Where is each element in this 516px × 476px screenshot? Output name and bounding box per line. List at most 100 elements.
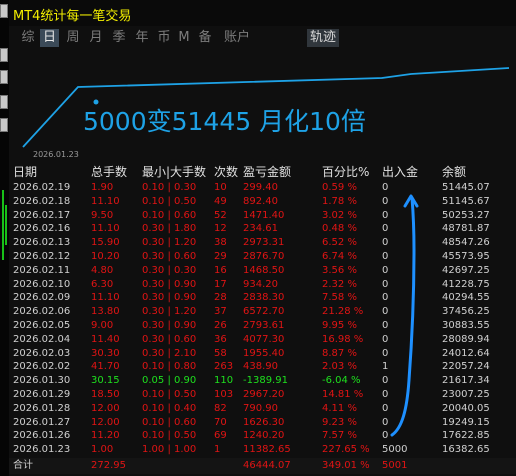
cell-profit: 6572.70 (243, 306, 285, 318)
table-row[interactable]: 2026.02.17 9.50 0.10 | 0.60 52 1471.40 3.02 %… (9, 209, 516, 222)
tab-month[interactable]: 月 (87, 29, 105, 47)
cell-profit: 2793.61 (243, 320, 285, 331)
cell-percent: 227.65 % (322, 444, 370, 456)
cell-percent: 16.98 % (322, 333, 364, 345)
side-indicator (5, 205, 7, 245)
cell-deposit: 0 (382, 416, 389, 428)
tab-notes[interactable]: 备 (196, 29, 214, 47)
side-indicator (2, 190, 4, 260)
cell-balance: 48547.26 (442, 237, 490, 249)
cell-min-max-lots: 0.05 | 0.90 (142, 375, 197, 387)
table-row[interactable]: 2026.02.04 11.40 0.30 | 0.60 36 4077.30 16.98… (9, 333, 516, 346)
header-total-lots[interactable]: 总手数 (91, 164, 127, 180)
tab-magic[interactable]: M (177, 29, 191, 47)
cell-total-lots: 9.00 (91, 320, 114, 331)
cell-min-max-lots: 0.30 | 0.60 (142, 333, 197, 345)
cell-deposit: 0 (382, 237, 389, 249)
cell-count: 82 (214, 402, 227, 414)
cell-percent: -6.04 % (322, 375, 361, 387)
cell-total-lots: 11.10 (91, 195, 120, 207)
cell-min-max-lots: 0.10 | 0.50 (142, 389, 197, 400)
table-row[interactable]: 2026.01.26 11.20 0.10 | 0.50 69 1240.20 7.57 … (9, 429, 516, 442)
cell-balance: 30883.55 (442, 320, 490, 331)
table-row[interactable]: 2026.02.05 9.00 0.30 | 0.90 26 2793.61 9.95 %… (9, 319, 516, 332)
header-date[interactable]: 日期 (13, 164, 37, 180)
side-button[interactable] (0, 4, 8, 18)
cell-count: 70 (214, 416, 227, 428)
cell-total-lots: 6.30 (91, 278, 114, 290)
tab-account[interactable]: 账户 (221, 29, 253, 47)
cell-total-lots: 11.10 (91, 292, 120, 304)
cell-profit: 1240.20 (243, 430, 285, 442)
cell-profit: 1468.50 (243, 264, 285, 276)
cell-profit: 2876.70 (243, 251, 285, 262)
tab-trail[interactable]: 轨迹 (307, 29, 339, 47)
table-row[interactable]: 2026.02.11 4.80 0.30 | 0.30 16 1468.50 3.56 %… (9, 264, 516, 277)
cell-balance: 40294.55 (442, 292, 490, 304)
table-row[interactable]: 2026.02.13 15.90 0.30 | 1.20 38 2973.31 6.52 … (9, 236, 516, 249)
cell-count: 110 (214, 375, 234, 387)
tab-day[interactable]: 日 (40, 29, 59, 47)
cell-count: 10 (214, 182, 227, 193)
cell-percent: 0.48 % (322, 223, 357, 235)
tab-week[interactable]: 周 (64, 29, 82, 47)
header-count[interactable]: 次数 (214, 164, 238, 180)
side-button[interactable] (0, 70, 8, 84)
cell-profit: 438.90 (243, 361, 278, 373)
table-row[interactable]: 2026.02.02 41.70 0.10 | 0.80 263 438.90 2.03 … (9, 360, 516, 373)
cell-deposit: 0 (382, 430, 389, 442)
side-button[interactable] (0, 48, 8, 62)
tab-summary[interactable]: 综 (19, 29, 37, 47)
table-row[interactable]: 2026.01.28 12.00 0.10 | 0.40 82 790.90 4.11 %… (9, 402, 516, 415)
table-row[interactable]: 2026.01.30 30.15 0.05 | 0.90 110 -1389.91 -6.… (9, 374, 516, 387)
table-header: 日期 总手数 最小|大手数 次数 盈亏金额 百分比% 出入金 余额 (9, 164, 516, 180)
cell-total-lots: 11.40 (91, 333, 120, 345)
cell-min-max-lots: 0.10 | 0.60 (142, 416, 197, 428)
table-row[interactable]: 2026.02.18 11.10 0.10 | 0.50 49 892.40 1.78 %… (9, 195, 516, 208)
table-row[interactable]: 2026.01.29 18.50 0.10 | 0.50 103 2967.20 14.8… (9, 388, 516, 401)
tab-quarter[interactable]: 季 (110, 29, 128, 47)
cell-count: 49 (214, 195, 227, 207)
table-row[interactable]: 2026.02.03 30.30 0.30 | 2.10 58 1955.40 8.87 … (9, 347, 516, 360)
cell-profit: 4077.30 (243, 333, 285, 345)
table-row[interactable]: 2026.02.19 1.90 0.10 | 0.30 10 299.40 0.59 % 0… (9, 181, 516, 194)
cell-date: 2026.02.02 (13, 361, 71, 373)
tab-currency[interactable]: 币 (155, 29, 173, 47)
cell-date: 2026.01.27 (13, 416, 71, 428)
side-button[interactable] (0, 118, 8, 132)
header-deposit[interactable]: 出入金 (382, 164, 418, 180)
cell-deposit: 0 (382, 182, 389, 193)
table-row[interactable]: 2026.02.12 10.20 0.30 | 0.60 29 2876.70 6.74 … (9, 250, 516, 263)
cell-count: 26 (214, 320, 227, 331)
cell-total-lots: 30.30 (91, 347, 120, 359)
table-row[interactable]: 2026.01.23 1.00 1.00 | 1.00 1 11382.65 227.65… (9, 443, 516, 456)
promo-text: 5000变51445 月化10倍 (83, 107, 366, 136)
cell-balance: 20040.05 (442, 402, 490, 414)
header-balance[interactable]: 余额 (442, 164, 466, 180)
daily-stats-table: 日期 总手数 最小|大手数 次数 盈亏金额 百分比% 出入金 余额 2026.0… (9, 162, 516, 476)
table-row[interactable]: 2026.02.16 11.10 0.30 | 1.80 12 234.61 0.48 %… (9, 222, 516, 235)
cell-profit: 234.61 (243, 223, 278, 235)
cell-deposit: 0 (382, 251, 389, 262)
cell-total-lots: 12.00 (91, 402, 120, 414)
cell-total-lots: 12.00 (91, 416, 120, 428)
table-row[interactable]: 2026.02.06 13.80 0.30 | 1.20 37 6572.70 21.28… (9, 305, 516, 318)
footer-total-lots: 272.95 (91, 460, 126, 471)
cell-percent: 7.57 % (322, 430, 357, 442)
side-button[interactable] (0, 95, 8, 109)
header-min-max-lots[interactable]: 最小|大手数 (142, 164, 206, 180)
header-percent[interactable]: 百分比% (322, 164, 369, 180)
cell-date: 2026.02.11 (13, 264, 71, 276)
cell-count: 37 (214, 306, 227, 318)
tab-year[interactable]: 年 (133, 29, 151, 47)
tab-bar: 综 日 周 月 季 年 币 M 备 账户 轨迹 (9, 28, 516, 48)
cell-deposit: 0 (382, 195, 389, 207)
table-row[interactable]: 2026.02.10 6.30 0.30 | 0.90 17 934.20 2.32 % 0… (9, 278, 516, 291)
cell-balance: 21617.34 (442, 375, 490, 387)
cell-balance: 51145.67 (442, 195, 490, 207)
header-profit[interactable]: 盈亏金额 (243, 164, 291, 180)
table-row[interactable]: 2026.02.09 11.10 0.30 | 0.90 28 2838.30 7.58 … (9, 291, 516, 304)
table-row[interactable]: 2026.01.27 12.00 0.10 | 0.60 70 1626.30 9.23 … (9, 416, 516, 429)
cell-profit: 1471.40 (243, 209, 285, 221)
cell-min-max-lots: 0.10 | 0.60 (142, 209, 197, 221)
